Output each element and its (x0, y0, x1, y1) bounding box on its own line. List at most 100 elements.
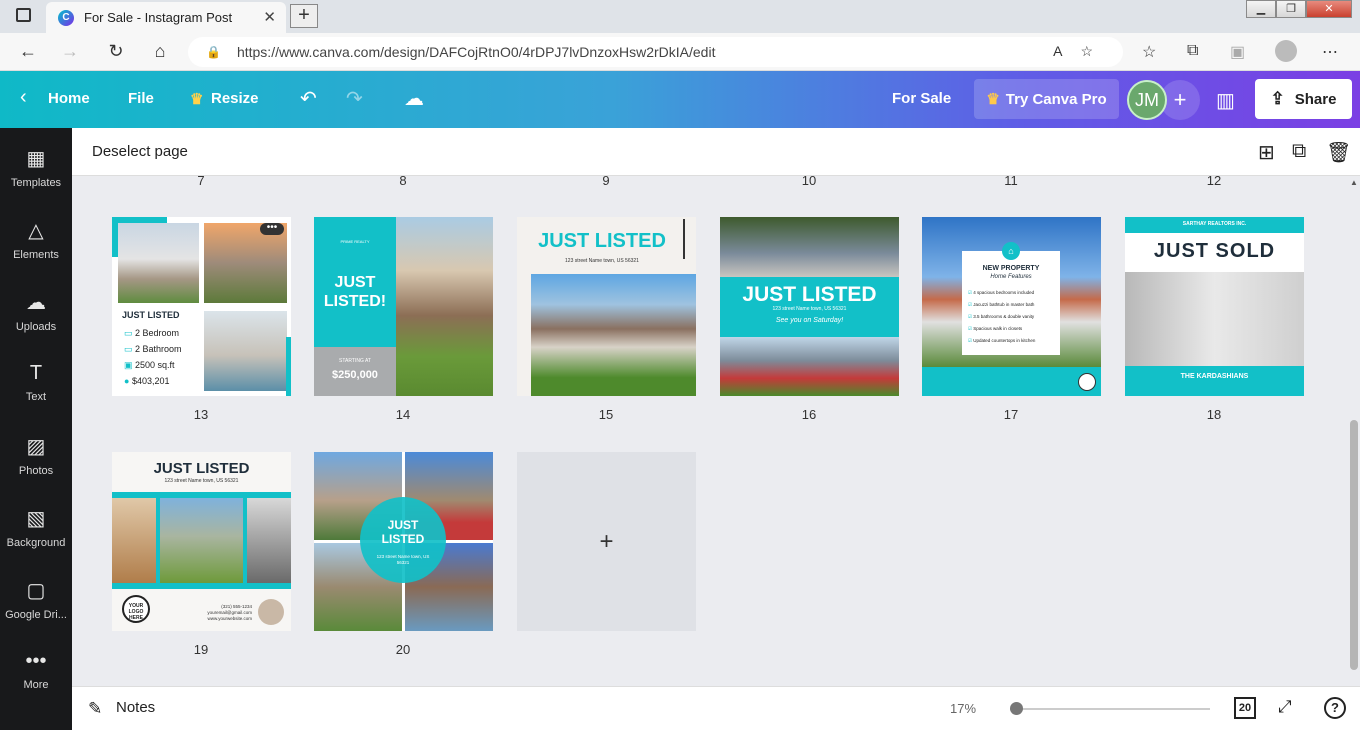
page-number: 14 (395, 407, 411, 422)
page-thumbnail-16[interactable]: JUST LISTED 123 street Name town, US 563… (720, 217, 899, 396)
sidebar-item-templates[interactable]: ▦ Templates (0, 146, 72, 189)
page-options-icon[interactable]: ••• (260, 223, 284, 235)
cloud-saved-icon[interactable]: ☁ (404, 86, 424, 111)
design-title[interactable]: For Sale (892, 90, 951, 107)
share-button[interactable]: ⇪ Share (1255, 79, 1352, 119)
house-photo (118, 223, 199, 303)
zoom-slider-handle[interactable] (1010, 702, 1023, 715)
window-close-button[interactable]: ✕ (1306, 0, 1352, 18)
text-icon: T (29, 362, 43, 384)
lock-icon[interactable]: 🔒 (206, 45, 221, 59)
canva-favicon-icon: C (58, 9, 74, 26)
crown-icon: ♛ (190, 91, 204, 108)
page-thumbnail-20[interactable]: JUST LISTED 123 street Name town, US 563… (314, 452, 493, 631)
thumb-title: JUST LISTED (538, 230, 666, 252)
notes-icon[interactable]: ✎ (88, 699, 102, 719)
sidebar-item-google-drive[interactable]: ▢ Google Dri... (0, 578, 72, 621)
page-number: 15 (598, 407, 614, 422)
google-drive-icon: ▢ (26, 580, 46, 602)
thumb-title: JUST LISTED (742, 283, 877, 306)
zoom-level[interactable]: 17% (950, 701, 976, 716)
feature-item: ☑ Spacious walk in closets (968, 326, 1023, 331)
price-label: $250,000 (332, 369, 378, 381)
notes-button[interactable]: Notes (116, 699, 155, 716)
redo-icon[interactable]: ↷ (346, 86, 363, 111)
address-text: 123 street Name town, US 56321 (565, 258, 639, 264)
sidebar-item-more[interactable]: ••• More (0, 650, 72, 691)
thumb-title: JUST LISTED (381, 518, 425, 546)
add-page-button[interactable]: + (517, 452, 696, 631)
page-thumbnail-19[interactable]: JUST LISTED 123 street Name town, US 563… (112, 452, 291, 631)
page-thumbnail-15[interactable]: JUST LISTED 123 street Name town, US 563… (517, 217, 696, 396)
page-thumbnail-14[interactable]: PRIME REALTY JUST LISTED! STARTING AT $2… (314, 217, 493, 396)
url-text[interactable]: https://www.canva.com/design/DAFCojRtnO0… (237, 44, 716, 60)
page-number: 16 (801, 407, 817, 422)
page-number: 20 (395, 642, 411, 657)
zoom-slider[interactable] (1010, 702, 1210, 715)
address-text: 123 street Name town, US 56321 (164, 478, 239, 484)
add-page-icon[interactable]: ⊞ (1258, 140, 1275, 165)
try-canva-pro-button[interactable]: ♛ Try Canva Pro (974, 79, 1119, 119)
page-thumbnail-18[interactable]: SARTHAY REALTORS INC. JUST SOLD THE KARD… (1125, 217, 1304, 396)
collections-icon[interactable]: ⧉ (1187, 42, 1198, 60)
fullscreen-icon[interactable]: ⤢ (1278, 697, 1292, 717)
page-thumbnail-13[interactable]: ••• JUST LISTED ▭ 2 Bedroom ▭ 2 Bathroom… (112, 217, 291, 396)
avatar[interactable]: JM (1127, 80, 1167, 120)
tab-title: For Sale - Instagram Post (84, 10, 233, 25)
page-number: 19 (193, 642, 209, 657)
feature-item: ☑ 3.5 bathrooms & double vanity (968, 314, 1035, 319)
address-bar[interactable]: 🔒 https://www.canva.com/design/DAFCojRtn… (188, 37, 1123, 67)
browser-toolbar: ← → ↻ ⌂ 🔒 https://www.canva.com/design/D… (0, 33, 1360, 71)
scroll-up-icon[interactable]: ▲ (1350, 178, 1358, 187)
resize-button[interactable]: Resize (211, 90, 259, 107)
grid-view-page-count[interactable]: 20 (1234, 697, 1256, 719)
chevron-left-icon[interactable]: ‹ (20, 86, 27, 109)
uploads-icon: ☁ (26, 292, 46, 314)
browser-tab[interactable]: C For Sale - Instagram Post ✕ (46, 2, 286, 33)
home-icon[interactable]: ⌂ (148, 41, 172, 62)
refresh-icon[interactable]: ↻ (104, 41, 128, 62)
delete-page-icon[interactable]: 🗑 (1326, 140, 1351, 165)
restore-button[interactable]: ❐ (1276, 0, 1306, 18)
house-photo (720, 337, 899, 396)
page-toolbar: Deselect page ⊞ ⧉ 🗑 (72, 128, 1360, 176)
scrollbar-thumb[interactable] (1350, 420, 1358, 670)
page-thumbnail-17[interactable]: ⌂ NEW PROPERTY Home Features ☑ 4 spaciou… (922, 217, 1101, 396)
file-menu[interactable]: File (128, 90, 154, 107)
sidebar-item-text[interactable]: T Text (0, 362, 72, 403)
help-icon[interactable]: ? (1324, 697, 1346, 719)
forward-icon[interactable]: → (58, 41, 82, 62)
window-controls: ▁ ❐ ✕ (1246, 0, 1352, 18)
new-tab-button[interactable]: + (290, 4, 318, 28)
close-tab-icon[interactable]: ✕ (263, 8, 276, 26)
read-aloud-icon[interactable]: A☆ (1053, 43, 1111, 60)
profile-avatar-icon[interactable] (1275, 40, 1297, 62)
sidebar-item-elements[interactable]: △ Elements (0, 218, 72, 261)
sidebar-item-uploads[interactable]: ☁ Uploads (0, 290, 72, 333)
undo-icon[interactable]: ↶ (300, 86, 317, 111)
interior-photo (1125, 272, 1304, 366)
logo-placeholder (1078, 373, 1096, 391)
share-label: Share (1294, 90, 1337, 108)
share-icon: ⇪ (1270, 89, 1285, 108)
minimize-button[interactable]: ▁ (1246, 0, 1276, 18)
deselect-page-button[interactable]: Deselect page (92, 143, 188, 160)
sidebar-item-photos[interactable]: ▨ Photos (0, 434, 72, 477)
background-icon: ▧ (26, 508, 46, 530)
thumb-title: JUST LISTED! (323, 274, 387, 310)
sidebar-item-background[interactable]: ▧ Background (0, 506, 72, 549)
house-photo (720, 217, 899, 277)
tagline-text: See you on Saturday! (775, 317, 844, 324)
page-number: 9 (602, 173, 610, 188)
back-icon[interactable]: ← (16, 41, 40, 62)
editor-bottombar: ✎ Notes 17% 20 ⤢ ? (72, 686, 1360, 730)
favorites-icon[interactable]: ☆ (1142, 42, 1156, 62)
tab-actions-icon[interactable] (16, 8, 31, 22)
home-button[interactable]: Home (48, 90, 90, 107)
vertical-scrollbar[interactable]: ▲ (1350, 178, 1358, 680)
duplicate-page-icon[interactable]: ⧉ (1292, 140, 1306, 163)
insights-icon[interactable]: ▥ (1216, 88, 1235, 113)
extension-icon[interactable]: ▣ (1230, 42, 1245, 62)
more-menu-icon[interactable]: ⋯ (1322, 42, 1338, 62)
more-icon: ••• (25, 650, 47, 672)
